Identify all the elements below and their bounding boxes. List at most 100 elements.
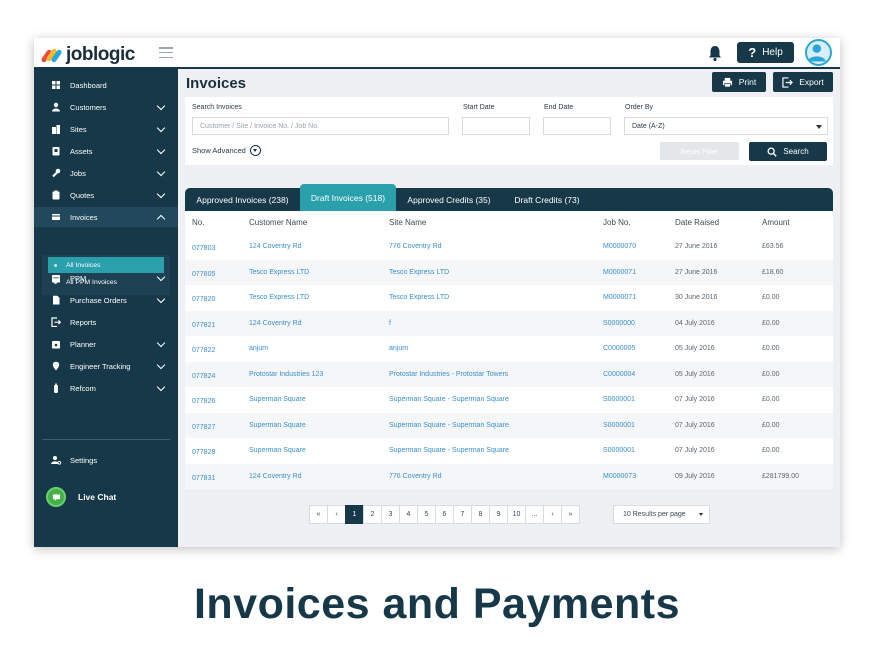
cell-customer-name[interactable]: Tesco Express LTD [249,294,309,301]
column-header-amount[interactable]: Amount [762,218,790,227]
brand-logo[interactable]: joblogic [40,44,135,66]
cell-customer-name[interactable]: Superman Square [249,396,306,403]
column-header-job-no[interactable]: Job No. [603,218,631,227]
cell-invoice-no[interactable]: 077828 [192,449,215,456]
table-row[interactable]: 077803 124 Coventry Rd 776 Coventry Rd M000… [185,234,833,260]
cell-site-name[interactable]: Superman Square - Superman Square [389,396,509,403]
page-button[interactable]: 5 [417,505,436,524]
cell-site-name[interactable]: Protostar Industries - Protostar Towers [389,371,508,378]
table-row[interactable]: 077805 Tesco Express LTD Tesco Express LTD… [185,259,833,285]
cell-customer-name[interactable]: anjum [249,345,268,352]
cell-site-name[interactable]: Superman Square - Superman Square [389,447,509,454]
sidebar-item-sites[interactable]: Sites [34,119,178,139]
cell-customer-name[interactable]: Protostar Industries 123 [249,371,323,378]
reset-filter-button[interactable]: Reset Filter [660,142,739,160]
cell-job-no[interactable]: S0000000 [603,320,635,327]
cell-customer-name[interactable]: 124 Coventry Rd [249,243,302,250]
cell-customer-name[interactable]: Tesco Express LTD [249,269,309,276]
cell-job-no[interactable]: C0000004 [603,371,635,378]
page-button[interactable]: 9 [489,505,508,524]
cell-job-no[interactable]: C0000005 [603,345,635,352]
sidebar-item-assets[interactable]: Assets [34,141,178,161]
sidebar-item-refcom[interactable]: Refcom [34,378,178,398]
cell-site-name[interactable]: Tesco Express LTD [389,269,449,276]
sidebar-item-planner[interactable]: Planner [34,334,178,354]
page-button[interactable]: ‹ [327,505,346,524]
sidebar-item-jobs[interactable]: Jobs [34,163,178,183]
cell-job-no[interactable]: S0000001 [603,396,635,403]
cell-job-no[interactable]: M0000071 [603,269,636,276]
user-avatar[interactable] [805,39,832,66]
cell-customer-name[interactable]: 124 Coventry Rd [249,473,302,480]
bell-icon[interactable] [706,44,724,62]
page-button[interactable]: › [543,505,562,524]
sidebar-item-ppm[interactable]: PPM [34,268,178,288]
tab-approved-credits[interactable]: Approved Credits (35) [396,188,502,211]
cell-site-name[interactable]: Superman Square - Superman Square [389,422,509,429]
table-row[interactable]: 077821 124 Coventry Rd f S0000000 04 July 20… [185,310,833,336]
column-header-customer[interactable]: Customer Name [249,218,307,227]
sidebar-item-dashboard[interactable]: Dashboard [34,75,178,95]
column-header-site[interactable]: Site Name [389,218,426,227]
sidebar-item-purchase-orders[interactable]: Purchase Orders [34,290,178,310]
cell-invoice-no[interactable]: 077827 [192,424,215,431]
menu-toggle-icon[interactable] [159,47,173,58]
sidebar-item-settings[interactable]: Settings [34,450,178,470]
page-button[interactable]: ... [525,505,544,524]
page-button[interactable]: 2 [363,505,382,524]
start-date-input[interactable] [462,117,530,135]
cell-invoice-no[interactable]: 077826 [192,398,215,405]
table-row[interactable]: 077822 anjum anjum C0000005 05 July 2016 £0.0… [185,336,833,362]
cell-job-no[interactable]: M0000070 [603,243,636,250]
table-row[interactable]: 077820 Tesco Express LTD Tesco Express LTD… [185,285,833,311]
page-button[interactable]: 4 [399,505,418,524]
cell-customer-name[interactable]: Superman Square [249,422,306,429]
page-button[interactable]: 1 [345,505,364,524]
table-row[interactable]: 077827 Superman Square Superman Square - S… [185,412,833,438]
table-row[interactable]: 077824 Protostar Industries 123 Protostar … [185,361,833,387]
page-button[interactable]: 7 [453,505,472,524]
tab-draft-credits[interactable]: Draft Credits (73) [502,188,592,211]
sidebar-item-customers[interactable]: Customers [34,97,178,117]
show-advanced-toggle[interactable]: Show Advanced [192,145,261,156]
column-header-no[interactable]: No. [192,218,204,227]
order-by-select[interactable]: Date (A-Z) [624,117,828,135]
cell-invoice-no[interactable]: 077821 [192,322,215,329]
results-per-page-select[interactable]: 10 Results per page [613,505,710,524]
table-row[interactable]: 077831 124 Coventry Rd 776 Coventry Rd M000… [185,463,833,489]
cell-site-name[interactable]: 776 Coventry Rd [389,243,442,250]
cell-customer-name[interactable]: 124 Coventry Rd [249,320,302,327]
cell-invoice-no[interactable]: 077805 [192,271,215,278]
cell-invoice-no[interactable]: 077822 [192,347,215,354]
search-input[interactable]: Customer / Site / Invoice No. / Job No. [192,117,449,135]
help-button[interactable]: ? Help [737,42,794,63]
page-button[interactable]: » [561,505,580,524]
cell-site-name[interactable]: anjum [389,345,408,352]
page-button[interactable]: 6 [435,505,454,524]
cell-job-no[interactable]: S0000001 [603,447,635,454]
page-button[interactable]: 8 [471,505,490,524]
cell-invoice-no[interactable]: 077824 [192,373,215,380]
cell-job-no[interactable]: M0000071 [603,294,636,301]
sidebar-item-invoices[interactable]: Invoices [34,207,178,227]
export-button[interactable]: Export [773,72,833,92]
page-button[interactable]: 3 [381,505,400,524]
tab-approved-invoices[interactable]: Approved Invoices (238) [185,188,300,211]
cell-invoice-no[interactable]: 077820 [192,296,215,303]
cell-customer-name[interactable]: Superman Square [249,447,306,454]
table-row[interactable]: 077826 Superman Square Superman Square - S… [185,387,833,413]
tab-draft-invoices[interactable]: Draft Invoices (518) [300,184,396,211]
live-chat-button[interactable]: Live Chat [46,487,116,507]
cell-site-name[interactable]: 776 Coventry Rd [389,473,442,480]
print-button[interactable]: Print [712,72,766,92]
end-date-input[interactable] [543,117,611,135]
search-button[interactable]: Search [749,142,827,161]
table-row[interactable]: 077828 Superman Square Superman Square - S… [185,438,833,464]
column-header-date-raised[interactable]: Date Raised [675,218,719,227]
cell-invoice-no[interactable]: 077831 [192,475,215,482]
cell-job-no[interactable]: S0000001 [603,422,635,429]
sidebar-item-reports[interactable]: Reports [34,312,178,332]
cell-site-name[interactable]: f [389,320,391,327]
cell-site-name[interactable]: Tesco Express LTD [389,294,449,301]
sidebar-item-quotes[interactable]: Quotes [34,185,178,205]
